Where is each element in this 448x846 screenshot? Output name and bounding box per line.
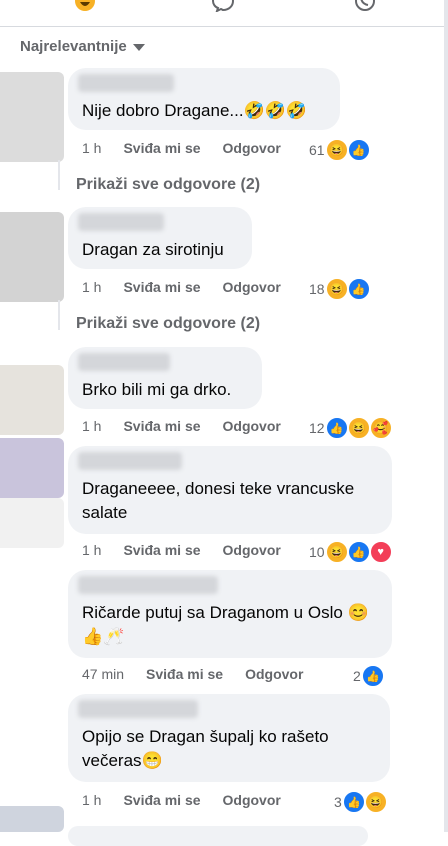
comment-bubble[interactable]: Dragan za sirotinju <box>68 207 252 269</box>
commenter-name[interactable] <box>78 353 170 371</box>
comment-bubble[interactable]: Opijo se Dragan šupalj ko rašeto večeras… <box>68 694 390 782</box>
commenter-name[interactable] <box>78 74 174 92</box>
comment-actions: 1 h Sviđa mi se Odgovor <box>82 418 281 434</box>
share-bar <box>0 0 448 27</box>
comment-time[interactable]: 47 min <box>82 666 124 682</box>
like-button[interactable]: Sviđa mi se <box>123 542 200 558</box>
comment-bubble[interactable] <box>68 826 368 846</box>
avatar[interactable] <box>0 212 64 302</box>
haha-reaction-icon: 😆 <box>324 138 349 162</box>
avatar[interactable] <box>0 72 64 162</box>
love-reaction-icon: ♥ <box>368 540 393 564</box>
reply-button[interactable]: Odgovor <box>245 666 303 682</box>
comment-actions: 1 h Sviđa mi se Odgovor <box>82 792 281 808</box>
comment-actions: 1 h Sviđa mi se Odgovor <box>82 542 281 558</box>
commenter-name[interactable] <box>78 213 164 231</box>
thread-line <box>58 300 60 330</box>
like-button[interactable]: Sviđa mi se <box>146 666 223 682</box>
like-reaction-icon: 👍 <box>346 540 371 564</box>
sort-label: Najrelevantnije <box>20 38 127 55</box>
reaction-count: 61 <box>309 142 325 158</box>
comment-actions: 1 h Sviđa mi se Odgovor <box>82 140 281 156</box>
reaction-count: 3 <box>334 794 342 810</box>
reply-button[interactable]: Odgovor <box>223 140 281 156</box>
comment-time[interactable]: 1 h <box>82 542 101 558</box>
like-button[interactable]: Sviđa mi se <box>123 279 200 295</box>
like-reaction-icon: 👍 <box>346 277 371 301</box>
comment-time[interactable]: 1 h <box>82 279 101 295</box>
like-reaction-icon: 👍 <box>360 664 385 688</box>
comment-time[interactable]: 1 h <box>82 792 101 808</box>
comment-bubble[interactable]: Nije dobro Dragane...🤣🤣🤣 <box>68 68 340 130</box>
whatsapp-icon[interactable] <box>354 0 376 12</box>
reaction-summary[interactable]: 61 😆 👍 <box>309 138 371 162</box>
reaction-count: 18 <box>309 281 325 297</box>
haha-reaction-icon: 😆 <box>346 416 371 440</box>
show-replies-link[interactable]: Prikaži sve odgovore (2) <box>76 315 260 333</box>
reaction-summary[interactable]: 3 👍 😆 <box>334 790 388 814</box>
comment-text: Brko bili mi ga drko. <box>82 380 232 399</box>
comment-bubble[interactable]: Brko bili mi ga drko. <box>68 347 262 409</box>
commenter-name[interactable] <box>78 452 182 470</box>
chevron-down-icon <box>132 44 145 51</box>
haha-reaction-icon: 😆 <box>324 277 349 301</box>
reaction-count: 12 <box>309 420 325 436</box>
like-button[interactable]: Sviđa mi se <box>123 140 200 156</box>
reaction-summary[interactable]: 2 👍 <box>353 664 385 688</box>
comment-actions: 1 h Sviđa mi se Odgovor <box>82 279 281 295</box>
haha-reaction-icon[interactable] <box>74 0 96 12</box>
avatar[interactable] <box>0 806 64 832</box>
reply-button[interactable]: Odgovor <box>223 542 281 558</box>
comment-text: Dragan za sirotinju <box>82 240 224 259</box>
avatar-part <box>0 498 64 548</box>
sort-dropdown[interactable]: Najrelevantnije <box>20 38 145 55</box>
comment-bubble[interactable]: Ričarde putuj sa Draganom u Oslo 😊👍🥂 <box>68 570 392 658</box>
like-button[interactable]: Sviđa mi se <box>123 418 200 434</box>
care-reaction-icon: 🥰 <box>368 416 393 440</box>
like-reaction-icon: 👍 <box>346 138 371 162</box>
reaction-summary[interactable]: 18 😆 👍 <box>309 277 371 301</box>
haha-reaction-icon: 😆 <box>363 790 388 814</box>
scroll-edge <box>444 0 448 832</box>
like-button[interactable]: Sviđa mi se <box>123 792 200 808</box>
reaction-summary[interactable]: 12 👍 😆 🥰 <box>309 416 393 440</box>
reaction-summary[interactable]: 10 😆 👍 ♥ <box>309 540 393 564</box>
comment-text: Opijo se Dragan šupalj ko rašeto večeras… <box>82 727 329 770</box>
reaction-count: 10 <box>309 544 325 560</box>
show-replies-link[interactable]: Prikaži sve odgovore (2) <box>76 176 260 194</box>
like-reaction-icon: 👍 <box>341 790 366 814</box>
comment-bubble[interactable]: Draganeeee, donesi teke vrancuske salate <box>68 446 392 534</box>
comment-text: Ričarde putuj sa Draganom u Oslo 😊👍🥂 <box>82 603 369 646</box>
comment-text: Draganeeee, donesi teke vrancuske salate <box>82 479 355 522</box>
comment-text: Nije dobro Dragane...🤣🤣🤣 <box>82 101 308 120</box>
commenter-name[interactable] <box>78 576 218 594</box>
haha-reaction-icon: 😆 <box>324 540 349 564</box>
avatar[interactable] <box>0 438 64 498</box>
comment-time[interactable]: 1 h <box>82 140 101 156</box>
avatar[interactable] <box>0 365 64 435</box>
commenter-name[interactable] <box>78 700 198 718</box>
thread-line <box>58 160 60 190</box>
reply-button[interactable]: Odgovor <box>223 418 281 434</box>
comment-time[interactable]: 1 h <box>82 418 101 434</box>
comment-actions: 47 min Sviđa mi se Odgovor <box>82 666 303 682</box>
reply-button[interactable]: Odgovor <box>223 792 281 808</box>
reaction-count: 2 <box>353 668 361 684</box>
comment-icon[interactable] <box>211 0 235 13</box>
like-reaction-icon: 👍 <box>324 416 349 440</box>
reply-button[interactable]: Odgovor <box>223 279 281 295</box>
